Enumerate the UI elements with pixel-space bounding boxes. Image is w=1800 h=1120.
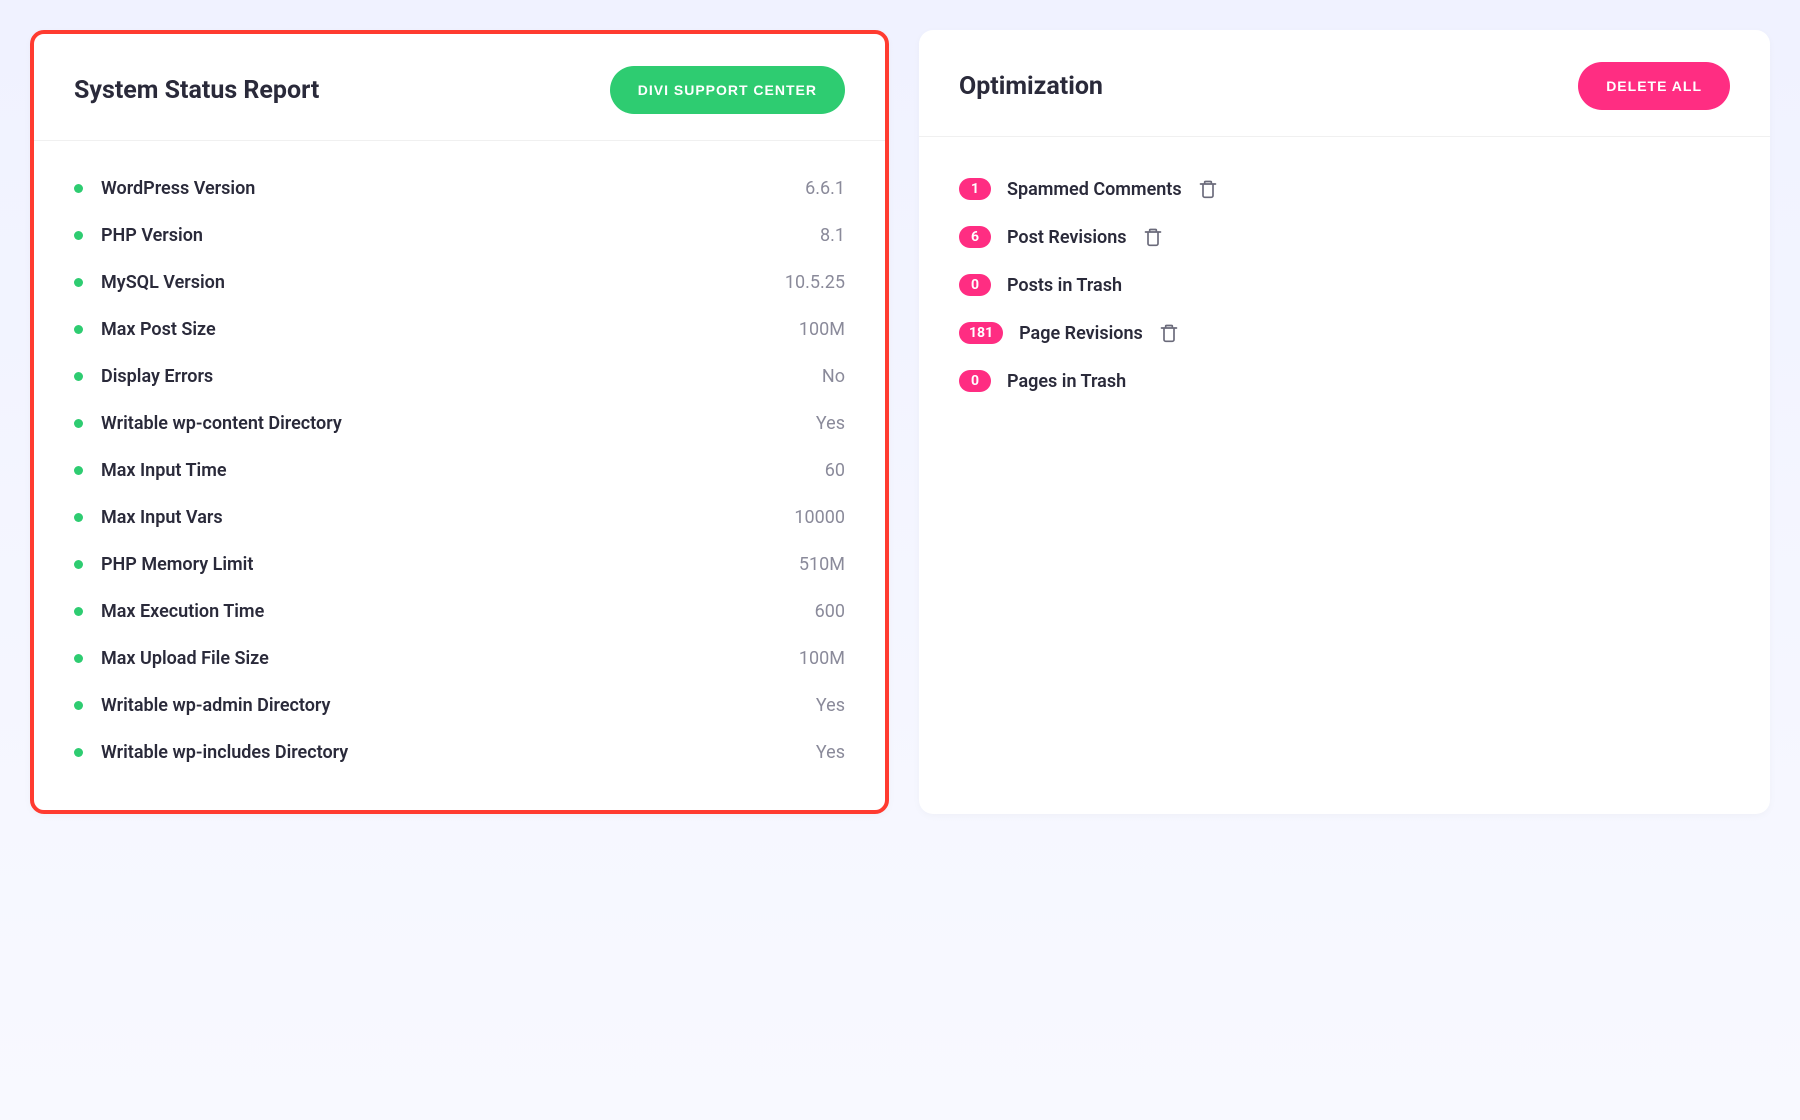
status-label: WordPress Version [101, 178, 805, 199]
status-dot-icon [74, 654, 83, 663]
status-dot-icon [74, 325, 83, 334]
status-label: PHP Memory Limit [101, 554, 799, 575]
count-badge: 0 [959, 274, 991, 296]
count-badge: 6 [959, 226, 991, 248]
status-row: PHP Memory Limit510M [74, 541, 845, 588]
optimization-list: 1 Spammed Comments 6 Post Revisions 0 Po… [919, 137, 1770, 433]
status-row: PHP Version8.1 [74, 212, 845, 259]
optimization-row: 1 Spammed Comments [959, 165, 1730, 213]
status-dot-icon [74, 372, 83, 381]
trash-icon[interactable] [1143, 227, 1163, 247]
status-label: PHP Version [101, 225, 820, 246]
optimization-row: 6 Post Revisions [959, 213, 1730, 261]
status-dot-icon [74, 184, 83, 193]
optimization-panel: Optimization DELETE ALL 1 Spammed Commen… [919, 30, 1770, 814]
optimization-row: 0 Pages in Trash [959, 357, 1730, 405]
status-label: Max Input Time [101, 460, 825, 481]
status-value: 60 [825, 460, 845, 481]
delete-all-button[interactable]: DELETE ALL [1578, 62, 1730, 110]
status-label: Display Errors [101, 366, 822, 387]
divi-support-center-button[interactable]: DIVI SUPPORT CENTER [610, 66, 845, 114]
status-row: Writable wp-includes DirectoryYes [74, 729, 845, 776]
status-row: Writable wp-content DirectoryYes [74, 400, 845, 447]
system-status-panel: System Status Report DIVI SUPPORT CENTER… [30, 30, 889, 814]
optimization-row: 0 Posts in Trash [959, 261, 1730, 309]
status-row: Max Upload File Size100M [74, 635, 845, 682]
optimization-header: Optimization DELETE ALL [919, 30, 1770, 137]
status-dot-icon [74, 419, 83, 428]
status-row: Max Execution Time600 [74, 588, 845, 635]
status-row: Display ErrorsNo [74, 353, 845, 400]
status-value: 6.6.1 [805, 178, 845, 199]
status-dot-icon [74, 513, 83, 522]
status-label: Writable wp-includes Directory [101, 742, 816, 763]
status-value: 510M [799, 554, 845, 575]
status-row: Writable wp-admin DirectoryYes [74, 682, 845, 729]
count-badge: 0 [959, 370, 991, 392]
status-row: Max Input Vars10000 [74, 494, 845, 541]
status-label: Writable wp-content Directory [101, 413, 816, 434]
system-status-title: System Status Report [74, 76, 319, 105]
status-dot-icon [74, 748, 83, 757]
status-value: 10.5.25 [785, 272, 845, 293]
optimization-label: Post Revisions [1007, 227, 1127, 248]
status-label: Max Post Size [101, 319, 799, 340]
status-dot-icon [74, 560, 83, 569]
optimization-label: Spammed Comments [1007, 179, 1182, 200]
status-label: MySQL Version [101, 272, 785, 293]
status-label: Writable wp-admin Directory [101, 695, 816, 716]
status-label: Max Input Vars [101, 507, 794, 528]
optimization-label: Posts in Trash [1007, 275, 1122, 296]
status-value: 100M [799, 319, 845, 340]
status-label: Max Execution Time [101, 601, 815, 622]
status-row: Max Post Size100M [74, 306, 845, 353]
status-value: Yes [816, 695, 845, 716]
status-value: Yes [816, 413, 845, 434]
status-dot-icon [74, 466, 83, 475]
status-dot-icon [74, 231, 83, 240]
trash-icon[interactable] [1198, 179, 1218, 199]
status-row: Max Input Time60 [74, 447, 845, 494]
optimization-title: Optimization [959, 72, 1103, 101]
status-row: MySQL Version10.5.25 [74, 259, 845, 306]
status-value: 600 [815, 601, 845, 622]
trash-icon[interactable] [1159, 323, 1179, 343]
status-value: 8.1 [820, 225, 845, 246]
status-dot-icon [74, 701, 83, 710]
status-label: Max Upload File Size [101, 648, 799, 669]
status-value: No [822, 366, 845, 387]
optimization-row: 181 Page Revisions [959, 309, 1730, 357]
optimization-label: Page Revisions [1019, 323, 1143, 344]
status-value: 100M [799, 648, 845, 669]
optimization-label: Pages in Trash [1007, 371, 1126, 392]
system-status-header: System Status Report DIVI SUPPORT CENTER [34, 34, 885, 141]
status-dot-icon [74, 607, 83, 616]
status-list: WordPress Version6.6.1 PHP Version8.1 My… [34, 141, 885, 810]
count-badge: 181 [959, 322, 1003, 344]
status-row: WordPress Version6.6.1 [74, 165, 845, 212]
status-value: 10000 [794, 507, 845, 528]
count-badge: 1 [959, 178, 991, 200]
status-value: Yes [816, 742, 845, 763]
status-dot-icon [74, 278, 83, 287]
